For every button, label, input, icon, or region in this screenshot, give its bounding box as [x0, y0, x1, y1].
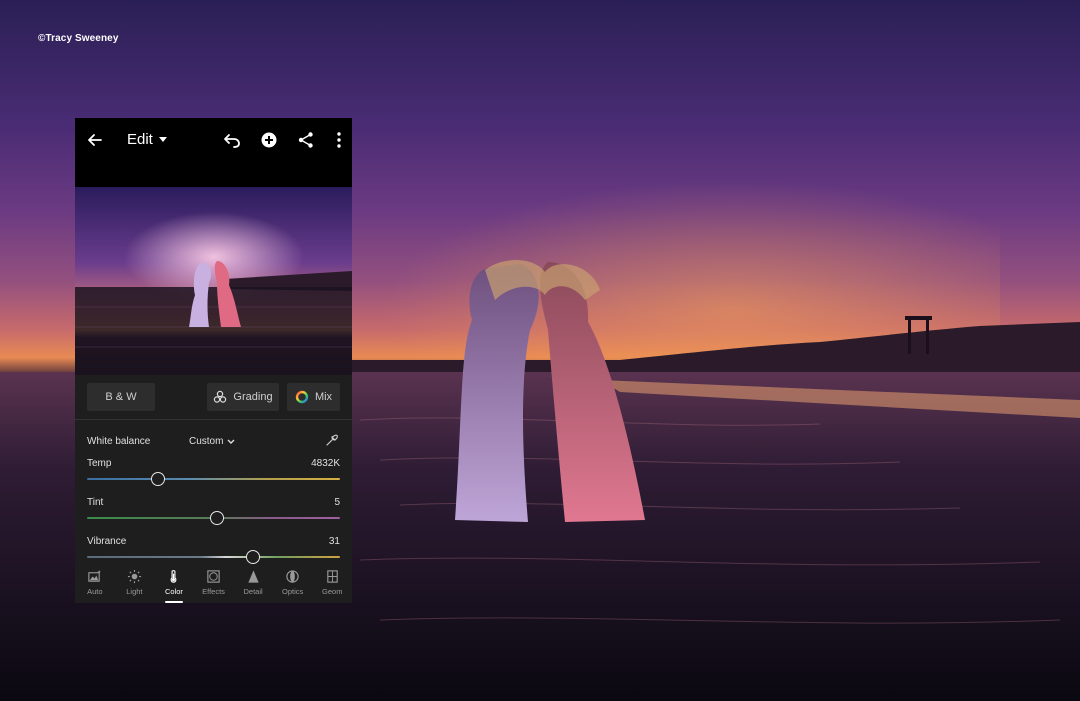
tool-tabs: Auto Light Color Effects Detail Optics G…	[75, 565, 352, 603]
effects-icon	[207, 570, 220, 583]
temp-slider-track[interactable]	[87, 478, 340, 480]
mix-button[interactable]: Mix	[287, 383, 340, 411]
grading-label: Grading	[233, 391, 273, 403]
tab-color-label: Color	[164, 587, 183, 596]
geometry-icon	[327, 570, 338, 583]
sun-icon	[127, 569, 141, 584]
tab-optics-label: Optics	[282, 587, 304, 596]
eyedropper-icon[interactable]	[324, 432, 340, 448]
white-balance-dropdown[interactable]: Custom	[189, 436, 235, 447]
photo-preview[interactable]	[75, 187, 352, 375]
temp-value: 4832K	[311, 458, 340, 469]
edit-title: Edit	[127, 131, 153, 148]
temp-label: Temp	[87, 458, 112, 469]
grading-button[interactable]: Grading	[207, 383, 279, 411]
tab-geometry[interactable]: Geom	[312, 565, 352, 603]
tab-detail[interactable]: Detail	[233, 565, 273, 603]
tab-auto[interactable]: Auto	[75, 565, 115, 603]
tab-effects-label: Effects	[202, 587, 225, 596]
tab-geometry-label: Geom	[322, 587, 343, 596]
tab-optics[interactable]: Optics	[273, 565, 313, 603]
vibrance-label: Vibrance	[87, 536, 127, 547]
arrow-left-icon[interactable]	[85, 130, 105, 150]
optics-icon	[286, 570, 299, 583]
bw-button[interactable]: B & W	[87, 383, 155, 411]
chevron-down-icon	[227, 439, 235, 444]
tint-row: Tint 5	[87, 497, 340, 508]
tint-value: 5	[334, 497, 340, 508]
tint-label: Tint	[87, 497, 104, 508]
chevron-down-icon	[158, 137, 167, 142]
plus-circle-icon[interactable]	[259, 130, 279, 150]
grading-icon	[214, 390, 227, 403]
more-vertical-icon[interactable]	[329, 130, 349, 150]
tab-light-label: Light	[126, 587, 143, 596]
undo-icon[interactable]	[222, 130, 242, 150]
photo-credit: ©Tracy Sweeney	[38, 33, 119, 44]
white-balance-preset: Custom	[189, 436, 224, 447]
tab-auto-label: Auto	[87, 587, 103, 596]
tab-light[interactable]: Light	[115, 565, 155, 603]
temp-slider-knob[interactable]	[150, 472, 165, 486]
white-balance-row: White balance Custom	[87, 434, 340, 447]
vibrance-row: Vibrance 31	[87, 536, 340, 547]
edit-mode-dropdown[interactable]: Edit	[127, 131, 167, 148]
tab-effects[interactable]: Effects	[194, 565, 234, 603]
white-balance-label: White balance	[87, 436, 151, 447]
detail-icon	[247, 570, 259, 583]
lightroom-mobile-panel: Edit B & W Grading Mix White balance Cus…	[75, 118, 352, 603]
share-icon[interactable]	[296, 130, 316, 150]
tab-detail-label: Detail	[243, 587, 263, 596]
auto-photo-icon	[88, 569, 102, 582]
vibrance-slider-track[interactable]	[87, 556, 340, 558]
thermometer-icon	[171, 570, 177, 583]
temp-row: Temp 4832K	[87, 458, 340, 469]
color-wheel-icon	[295, 390, 309, 404]
tint-slider-knob[interactable]	[210, 511, 225, 525]
vibrance-slider-knob[interactable]	[245, 550, 260, 564]
divider	[75, 419, 352, 420]
mix-label: Mix	[314, 391, 333, 403]
top-bar: Edit	[75, 118, 352, 187]
vibrance-value: 31	[328, 536, 340, 547]
bw-label: B & W	[105, 391, 137, 403]
tab-color[interactable]: Color	[154, 565, 194, 603]
